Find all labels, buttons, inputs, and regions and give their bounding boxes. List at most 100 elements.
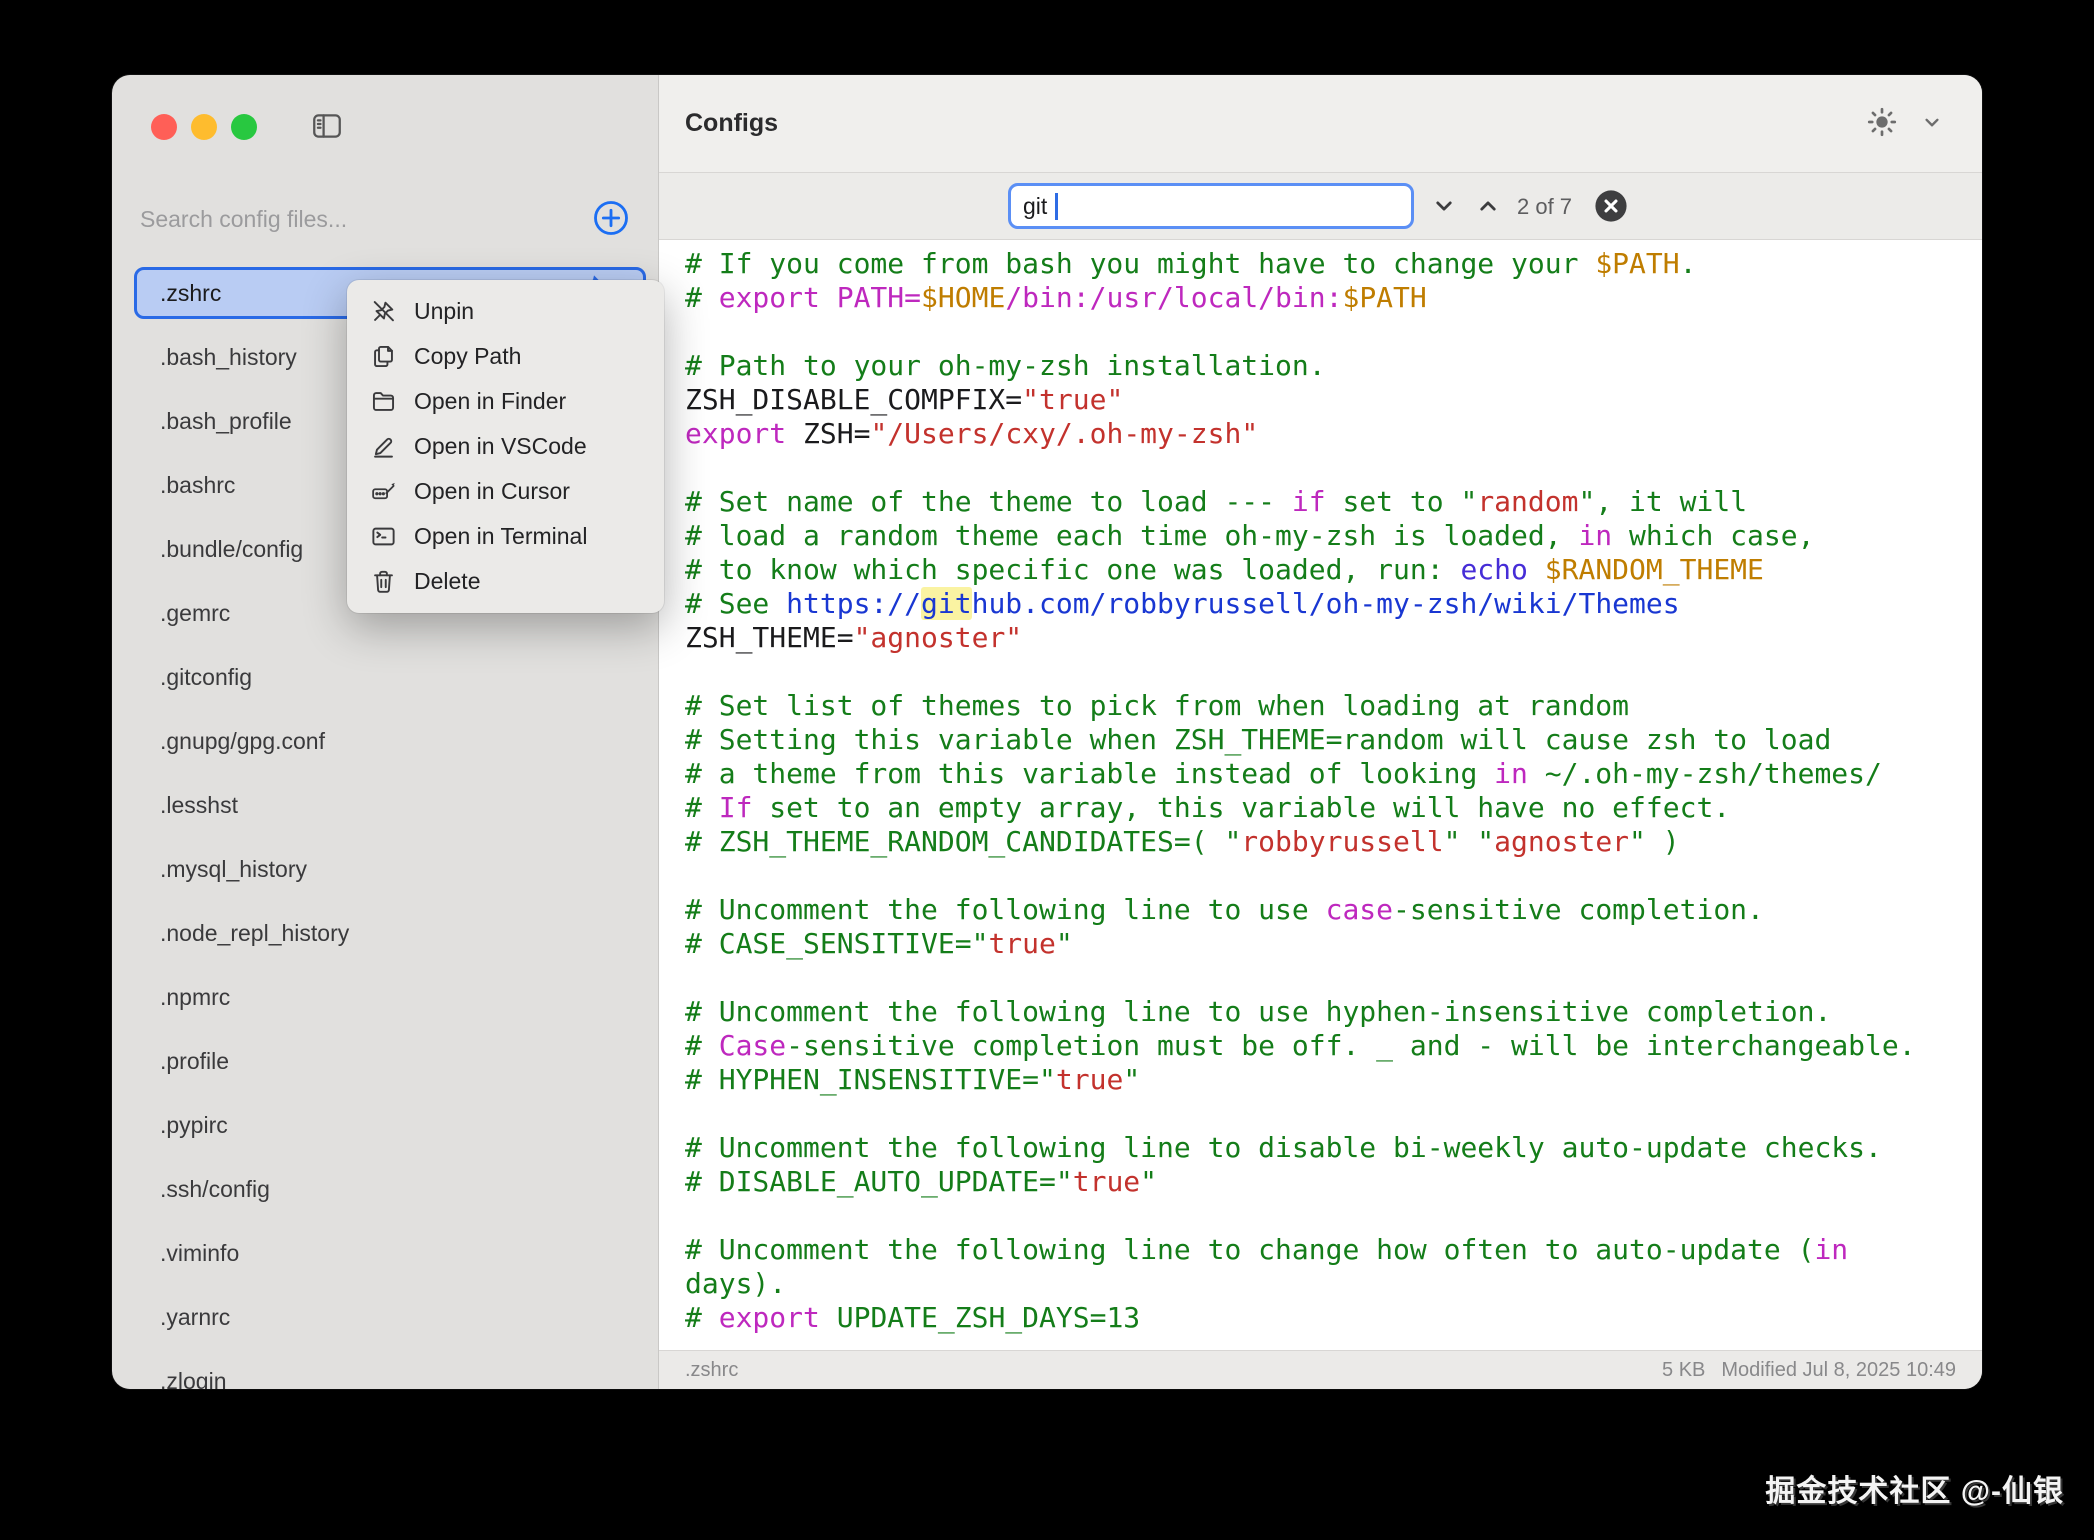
search-match-highlight: git <box>921 587 972 620</box>
file-name: .pypirc <box>160 1112 228 1139</box>
sidebar-item-gitconfig[interactable]: .gitconfig <box>134 651 646 703</box>
header-actions <box>1862 104 1952 144</box>
menu-item-label: Copy Path <box>414 343 521 370</box>
file-name: .gitconfig <box>160 664 252 691</box>
traffic-lights <box>151 114 257 140</box>
page-title: Configs <box>685 109 778 138</box>
find-input[interactable] <box>1011 186 1411 226</box>
code-line: # Case-sensitive completion must be off.… <box>685 1029 1982 1063</box>
code-line: # a theme from this variable instead of … <box>685 757 1982 791</box>
code-line: # DISABLE_AUTO_UPDATE="true" <box>685 1165 1982 1199</box>
theme-menu-button[interactable] <box>1912 104 1952 144</box>
code-line: # CASE_SENSITIVE="true" <box>685 927 1982 961</box>
code-line: # ZSH_THEME_RANDOM_CANDIDATES=( "robbyru… <box>685 825 1982 859</box>
close-window-button[interactable] <box>151 114 177 140</box>
toggle-sidebar-button[interactable] <box>306 108 348 146</box>
file-name: .bashrc <box>160 472 235 499</box>
code-line: ZSH_DISABLE_COMPFIX="true" <box>685 383 1982 417</box>
close-icon <box>1594 211 1628 226</box>
sidebar-item-zlogin[interactable]: .zlogin <box>134 1355 646 1389</box>
file-name: .zshrc <box>160 280 221 307</box>
file-name: .viminfo <box>160 1240 239 1267</box>
add-config-button[interactable] <box>590 198 632 240</box>
sidebar-item-ssh-config[interactable]: .ssh/config <box>134 1163 646 1215</box>
file-name: .ssh/config <box>160 1176 270 1203</box>
code-line: days). <box>685 1267 1982 1301</box>
content-header: Configs <box>659 75 1982 173</box>
find-bar: 2 of 7 <box>659 173 1982 240</box>
chevron-up-icon <box>1473 191 1503 224</box>
code-line <box>685 315 1982 349</box>
sidebar-item-npmrc[interactable]: .npmrc <box>134 971 646 1023</box>
find-previous-button[interactable] <box>1468 187 1508 227</box>
menu-item-label: Open in Terminal <box>414 523 587 550</box>
watermark: 掘金技术社区 @-仙银 <box>1765 1466 2064 1510</box>
file-name: .bundle/config <box>160 536 303 563</box>
file-name: .bash_profile <box>160 408 292 435</box>
file-name: .lesshst <box>160 792 238 819</box>
status-file-info: 5 KB Modified Jul 8, 2025 10:49 <box>1662 1359 1956 1382</box>
menu-item-open-in-finder[interactable]: Open in Finder <box>347 379 664 424</box>
menu-item-delete[interactable]: Delete <box>347 559 664 604</box>
copy-icon <box>369 343 397 371</box>
theme-toggle-button[interactable] <box>1862 104 1902 144</box>
code-line: # Uncomment the following line to change… <box>685 1233 1982 1267</box>
code-line: # Set name of the theme to load --- if s… <box>685 485 1982 519</box>
file-name: .bash_history <box>160 344 297 371</box>
code-line: ZSH_THEME="agnoster" <box>685 621 1982 655</box>
code-line <box>685 1097 1982 1131</box>
sidebar-item-viminfo[interactable]: .viminfo <box>134 1227 646 1279</box>
menu-item-open-in-vscode[interactable]: Open in VSCode <box>347 424 664 469</box>
find-result-count: 2 of 7 <box>1517 173 1572 240</box>
code-line: # Uncomment the following line to use hy… <box>685 995 1982 1029</box>
code-line: # export UPDATE_ZSH_DAYS=13 <box>685 1301 1982 1335</box>
code-line <box>685 451 1982 485</box>
sidebar-item-gnupg-gpg-conf[interactable]: .gnupg/gpg.conf <box>134 715 646 767</box>
code-line: # Uncomment the following line to use ca… <box>685 893 1982 927</box>
status-filename: .zshrc <box>685 1359 738 1382</box>
code-line <box>685 655 1982 689</box>
file-name: .gemrc <box>160 600 230 627</box>
text-caret <box>1055 193 1058 220</box>
sidebar-search-row <box>140 193 632 245</box>
unpin-icon <box>369 298 397 326</box>
code-line: # Setting this variable when ZSH_THEME=r… <box>685 723 1982 757</box>
plus-icon <box>591 226 631 241</box>
menu-item-open-in-terminal[interactable]: Open in Terminal <box>347 514 664 559</box>
sidebar-item-mysql-history[interactable]: .mysql_history <box>134 843 646 895</box>
file-name: .gnupg/gpg.conf <box>160 728 325 755</box>
sidebar-item-yarnrc[interactable]: .yarnrc <box>134 1291 646 1343</box>
menu-item-label: Open in VSCode <box>414 433 587 460</box>
status-file-size: 5 KB <box>1662 1359 1705 1382</box>
terminal-icon <box>369 523 397 551</box>
app-window: .zshrc .bash_history .bash_profile .bashrc.… <box>112 75 1982 1389</box>
code-line <box>685 859 1982 893</box>
zoom-window-button[interactable] <box>231 114 257 140</box>
menu-item-copy-path[interactable]: Copy Path <box>347 334 664 379</box>
trash-icon <box>369 568 397 596</box>
menu-item-label: Delete <box>414 568 480 595</box>
code-line <box>685 961 1982 995</box>
code-line: # Set list of themes to pick from when l… <box>685 689 1982 723</box>
menu-item-label: Open in Cursor <box>414 478 570 505</box>
file-name: .node_repl_history <box>160 920 349 947</box>
find-next-button[interactable] <box>1424 187 1464 227</box>
sidebar-item-lesshst[interactable]: .lesshst <box>134 779 646 831</box>
minimize-window-button[interactable] <box>191 114 217 140</box>
find-input-wrap <box>1008 183 1414 229</box>
file-name: .mysql_history <box>160 856 307 883</box>
menu-item-unpin[interactable]: Unpin <box>347 289 664 334</box>
code-line: # If set to an empty array, this variabl… <box>685 791 1982 825</box>
sidebar-item-node-repl-history[interactable]: .node_repl_history <box>134 907 646 959</box>
sidebar: .zshrc .bash_history .bash_profile .bashrc.… <box>112 75 658 1389</box>
sun-icon <box>1865 105 1899 142</box>
chevron-down-icon <box>1919 109 1945 138</box>
search-input[interactable] <box>140 206 590 233</box>
menu-item-open-in-cursor[interactable]: Open in Cursor <box>347 469 664 514</box>
file-name: .profile <box>160 1048 229 1075</box>
find-close-button[interactable] <box>1593 189 1629 225</box>
sidebar-toggle-icon <box>308 131 346 146</box>
sidebar-item-profile[interactable]: .profile <box>134 1035 646 1087</box>
sidebar-item-pypirc[interactable]: .pypirc <box>134 1099 646 1151</box>
code-editor[interactable]: # If you come from bash you might have t… <box>659 240 1982 1350</box>
